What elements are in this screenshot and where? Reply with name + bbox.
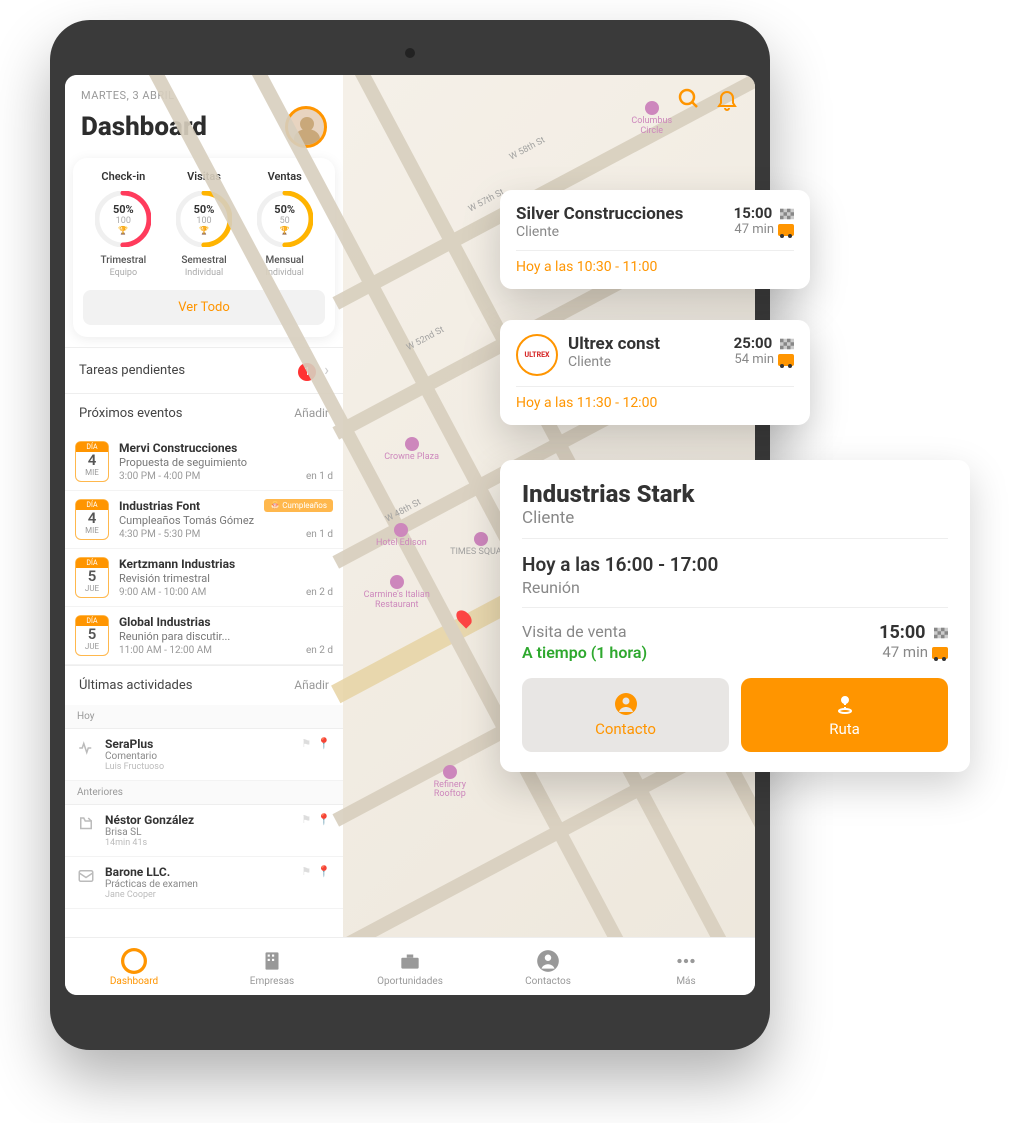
event-item[interactable]: DÍA 4 MIE Industrias Font🎂 Cumpleaños Cu…: [65, 491, 343, 549]
tab-empresas[interactable]: Empresas: [203, 938, 341, 995]
pending-title: Tareas pendientes: [79, 363, 185, 378]
card-time: 15:00: [879, 622, 925, 643]
activity-type-icon: [77, 867, 95, 885]
map-card-silver[interactable]: Silver Construcciones Cliente 15:00 47 m…: [500, 190, 810, 289]
events-add-button[interactable]: Añadir: [294, 406, 329, 420]
left-panel: MARTES, 3 ABRIL Dashboard Check-in 50%10…: [65, 75, 343, 937]
flag-icon: ⚑: [301, 737, 311, 750]
car-icon: [932, 647, 948, 659]
card-title: Ultrex const: [568, 334, 660, 354]
card-time: 25:00: [734, 334, 773, 352]
card-sub: Cliente: [568, 354, 660, 370]
car-icon: [778, 224, 794, 236]
activities-add-button[interactable]: Añadir: [294, 678, 329, 692]
tab-icon: [121, 948, 147, 974]
tab-dashboard[interactable]: Dashboard: [65, 938, 203, 995]
kpi-item[interactable]: Check-in 50%100🏆 Trimestral Equipo: [83, 170, 164, 278]
activity-item[interactable]: Néstor González Brisa SL 14min 41s ⚑📍: [65, 805, 343, 857]
event-item[interactable]: DÍA 4 MIE Mervi Construcciones Propuesta…: [65, 433, 343, 491]
visit-label: Visita de venta: [522, 622, 647, 641]
pin-icon: 📍: [317, 813, 331, 826]
event-item[interactable]: DÍA 5 JUE Global Industrias Reunión para…: [65, 607, 343, 665]
flag-icon: ⚑: [301, 865, 311, 878]
activity-type-icon: [77, 739, 95, 757]
contact-button[interactable]: Contacto: [522, 678, 729, 752]
car-icon: [778, 354, 794, 366]
activities-prev-label: Anteriores: [65, 781, 343, 805]
date-chip: DÍA 5 JUE: [75, 557, 109, 598]
card-dur: 47 min: [882, 643, 928, 661]
flag-icon: [780, 338, 794, 350]
card-sub: Cliente: [522, 508, 948, 528]
card-dur: 47 min: [734, 222, 774, 237]
tablet-camera: [405, 48, 415, 58]
events-section-header: Próximos eventos Añadir: [65, 393, 343, 433]
header-date: MARTES, 3 ABRIL: [81, 89, 327, 102]
card-slot: Hoy a las 10:30 - 11:00: [516, 259, 794, 275]
date-chip: DÍA 4 MIE: [75, 441, 109, 482]
tab-contactos[interactable]: Contactos: [479, 938, 617, 995]
tab-más[interactable]: Más: [617, 938, 755, 995]
activities-title: Últimas actividades: [79, 678, 193, 693]
activity-type-icon: [77, 815, 95, 833]
event-item[interactable]: DÍA 5 JUE Kertzmann Industrias Revisión …: [65, 549, 343, 607]
flag-icon: [934, 627, 948, 639]
flag-icon: ⚑: [301, 813, 311, 826]
card-slot: Hoy a las 11:30 - 12:00: [516, 395, 794, 411]
card-time: 15:00: [734, 204, 773, 222]
birthday-tag: 🎂 Cumpleaños: [264, 499, 333, 512]
events-title: Próximos eventos: [79, 406, 182, 421]
map-card-ultrex[interactable]: ULTREX Ultrex const Cliente 25:00 54 min…: [500, 320, 810, 425]
date-chip: DÍA 4 MIE: [75, 499, 109, 540]
on-time-label: A tiempo (1 hora): [522, 643, 647, 662]
map-card-stark[interactable]: Industrias Stark Cliente Hoy a las 16:00…: [500, 460, 970, 772]
bell-icon[interactable]: [715, 87, 739, 111]
tab-icon: [397, 948, 423, 974]
pin-icon: 📍: [317, 865, 331, 878]
activities-section-header: Últimas actividades Añadir: [65, 665, 343, 705]
contact-icon: [614, 692, 638, 716]
card-slot: Hoy a las 16:00 - 17:00: [522, 553, 948, 576]
date-chip: DÍA 5 JUE: [75, 615, 109, 656]
card-title: Silver Construcciones: [516, 204, 683, 224]
tab-icon: [535, 948, 561, 974]
route-icon: [833, 692, 857, 716]
activity-item[interactable]: Barone LLC. Prácticas de examen Jane Coo…: [65, 857, 343, 909]
activities-today-label: Hoy: [65, 705, 343, 729]
activity-item[interactable]: SeraPlus Comentario Luis Fructuoso ⚑📍: [65, 729, 343, 781]
search-icon[interactable]: [677, 87, 701, 111]
card-type: Reunión: [522, 578, 948, 597]
pin-icon: 📍: [317, 737, 331, 750]
route-button[interactable]: Ruta: [741, 678, 948, 752]
tab-icon: [673, 948, 699, 974]
card-title: Industrias Stark: [522, 480, 948, 508]
tab-oportunidades[interactable]: Oportunidades: [341, 938, 479, 995]
kpi-card: Check-in 50%100🏆 Trimestral Equipo Visit…: [73, 158, 335, 337]
card-dur: 54 min: [734, 352, 774, 367]
ultrex-logo: ULTREX: [516, 334, 558, 376]
flag-icon: [780, 208, 794, 220]
tab-icon: [259, 948, 285, 974]
tab-bar: Dashboard Empresas Oportunidades Contact…: [65, 937, 755, 995]
card-sub: Cliente: [516, 224, 683, 240]
